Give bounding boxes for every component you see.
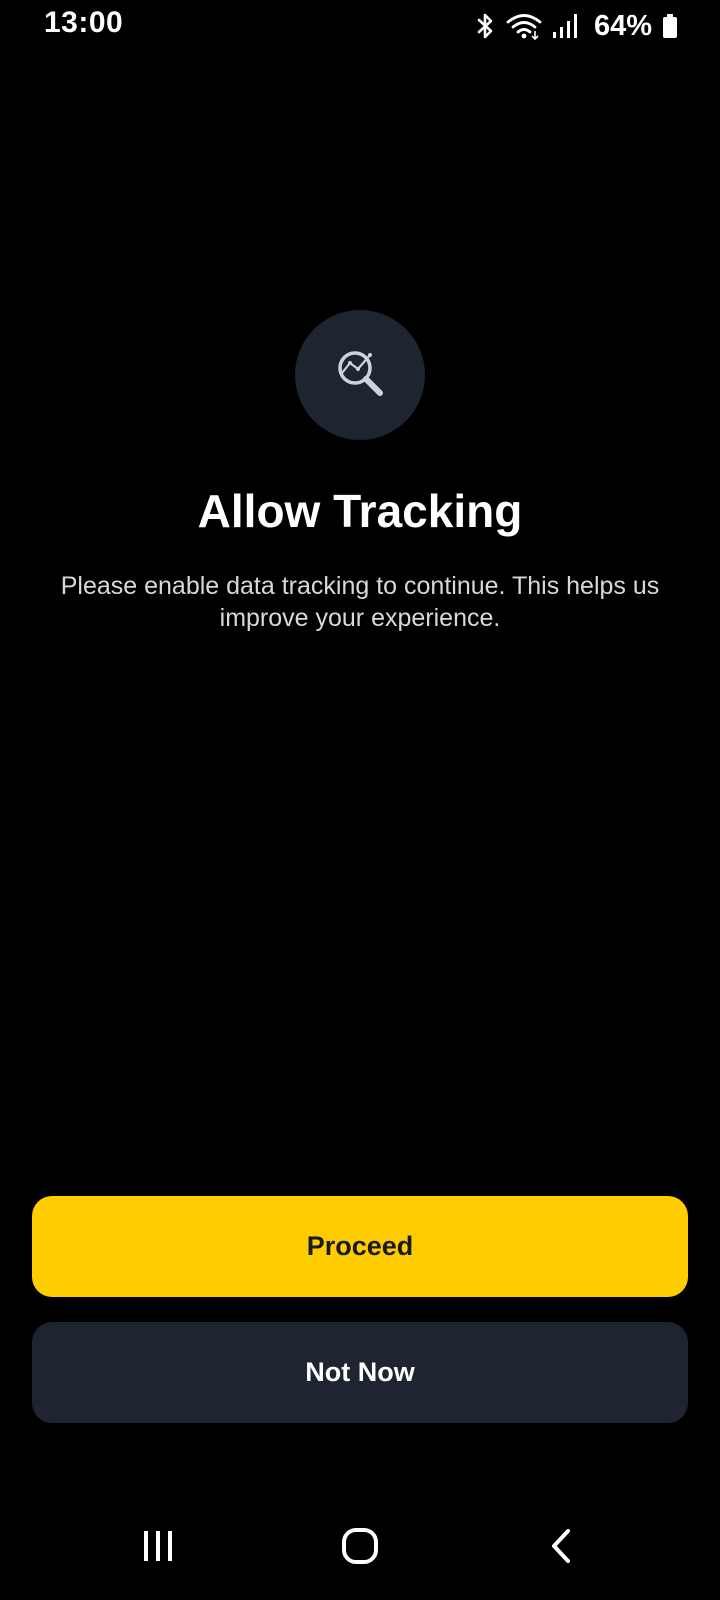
proceed-button[interactable]: Proceed xyxy=(32,1196,688,1297)
status-bar: 13:00 64% xyxy=(0,0,720,56)
back-button[interactable] xyxy=(522,1516,602,1580)
page-description: Please enable data tracking to continue.… xyxy=(60,572,660,632)
analytics-search-icon xyxy=(328,341,392,410)
home-icon xyxy=(340,1526,380,1571)
navigation-bar xyxy=(0,1496,720,1600)
battery-percent: 64% xyxy=(593,9,652,42)
bluetooth-icon xyxy=(476,12,496,40)
wifi-icon xyxy=(506,12,542,40)
status-icons: 64% xyxy=(476,8,678,44)
status-time: 13:00 xyxy=(44,6,124,39)
home-button[interactable] xyxy=(320,1516,400,1580)
recents-button[interactable] xyxy=(118,1516,198,1580)
tracking-icon-circle xyxy=(295,310,425,440)
not-now-button[interactable]: Not Now xyxy=(32,1322,688,1423)
back-icon xyxy=(548,1526,576,1571)
recents-icon xyxy=(140,1528,176,1569)
battery-icon xyxy=(662,12,678,40)
page-title: Allow Tracking xyxy=(197,485,523,537)
signal-icon xyxy=(552,12,578,40)
